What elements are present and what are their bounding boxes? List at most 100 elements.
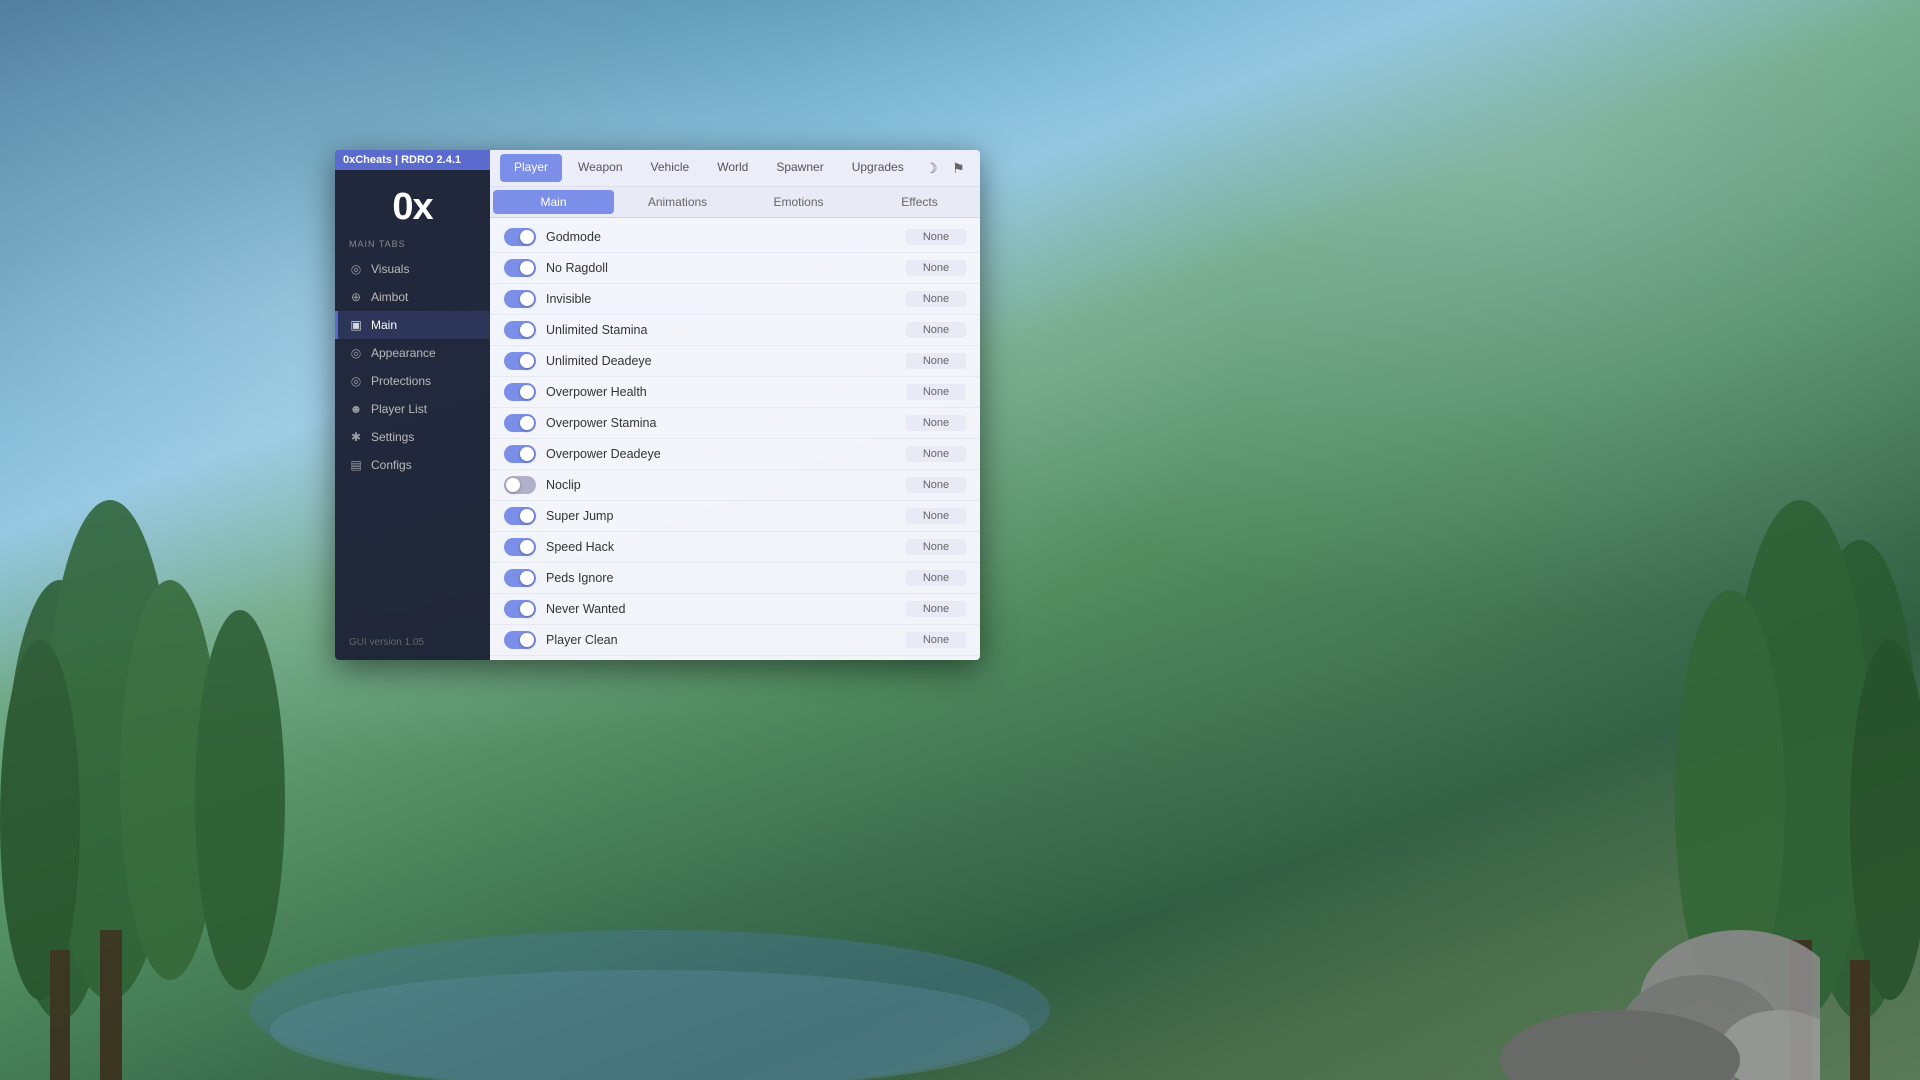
tab-weapon[interactable]: Weapon xyxy=(564,150,636,186)
tab-spawner[interactable]: Spawner xyxy=(762,150,837,186)
feature-value-peds-ignore[interactable]: None xyxy=(906,570,966,586)
toggle-unlimited-stamina[interactable] xyxy=(504,321,536,339)
sidebar-item-protections[interactable]: ◎Protections xyxy=(335,367,490,395)
sidebar-nav: ◎Visuals⊕Aimbot ▣ Main ◎ Appearance ◎Protecti… xyxy=(335,255,490,629)
sub-tabs-bar: MainAnimationsEmotionsEffects xyxy=(490,187,980,218)
feature-row-overpower-stamina: Overpower StaminaNone xyxy=(490,408,980,439)
feature-name-invisible: Invisible xyxy=(536,292,906,306)
feature-name-never-wanted: Never Wanted xyxy=(536,602,906,616)
flag-icon-btn[interactable]: ⚑ xyxy=(945,154,972,182)
tab-player[interactable]: Player xyxy=(500,154,562,182)
feature-value-overpower-stamina[interactable]: None xyxy=(906,415,966,431)
feature-name-peds-ignore: Peds Ignore xyxy=(536,571,906,585)
feature-value-unlimited-deadeye[interactable]: None xyxy=(906,353,966,369)
active-indicator xyxy=(335,311,338,339)
toggle-peds-ignore[interactable] xyxy=(504,569,536,587)
toggle-overpower-deadeye[interactable] xyxy=(504,445,536,463)
feature-value-noclip[interactable]: None xyxy=(906,477,966,493)
sidebar-item-player-list[interactable]: ☻Player List xyxy=(335,395,490,423)
sidebar-item-settings[interactable]: ✱Settings xyxy=(335,423,490,451)
toggle-knob-godmode xyxy=(520,230,534,244)
toggle-knob-super-jump xyxy=(520,509,534,523)
feature-value-overpower-deadeye[interactable]: None xyxy=(906,446,966,462)
toggle-super-jump[interactable] xyxy=(504,507,536,525)
feature-row-speed-hack: Speed HackNone xyxy=(490,532,980,563)
feature-row-player-clean: Player CleanNone xyxy=(490,625,980,656)
feature-value-overpower-health[interactable]: None xyxy=(906,384,966,400)
sidebar-item-visuals[interactable]: ◎Visuals xyxy=(335,255,490,283)
toggle-speed-hack[interactable] xyxy=(504,538,536,556)
sidebar-item-configs[interactable]: ▤ Configs xyxy=(335,451,490,479)
feature-value-never-wanted[interactable]: None xyxy=(906,601,966,617)
toggle-knob-no-ragdoll xyxy=(520,261,534,275)
sub-tab-animations[interactable]: Animations xyxy=(617,187,738,217)
feature-value-unlimited-stamina[interactable]: None xyxy=(906,322,966,338)
configs-icon: ▤ xyxy=(349,458,363,472)
bg-rocks xyxy=(1420,680,1820,1080)
feature-name-player-clean: Player Clean xyxy=(536,633,906,647)
feature-row-overpower-deadeye: Overpower DeadeyeNone xyxy=(490,439,980,470)
toggle-knob-overpower-health xyxy=(520,385,534,399)
toggle-knob-speed-hack xyxy=(520,540,534,554)
feature-name-overpower-health: Overpower Health xyxy=(536,385,906,399)
toggle-knob-overpower-deadeye xyxy=(520,447,534,461)
top-tabs-bar: PlayerWeaponVehicleWorldSpawnerUpgrades … xyxy=(490,150,980,187)
feature-name-godmode: Godmode xyxy=(536,230,906,244)
aimbot-icon: ⊕ xyxy=(349,290,363,304)
toggle-no-ragdoll[interactable] xyxy=(504,259,536,277)
appearance-icon: ◎ xyxy=(349,346,363,360)
toggle-knob-never-wanted xyxy=(520,602,534,616)
feature-name-unlimited-deadeye: Unlimited Deadeye xyxy=(536,354,906,368)
feature-value-player-clean[interactable]: None xyxy=(906,632,966,648)
sub-tab-emotions[interactable]: Emotions xyxy=(738,187,859,217)
toggle-unlimited-deadeye[interactable] xyxy=(504,352,536,370)
feature-row-no-ragdoll: No RagdollNone xyxy=(490,253,980,284)
toggle-godmode[interactable] xyxy=(504,228,536,246)
feature-name-unlimited-stamina: Unlimited Stamina xyxy=(536,323,906,337)
feature-value-no-ragdoll[interactable]: None xyxy=(906,260,966,276)
moon-icon-btn[interactable]: ☽ xyxy=(918,154,945,182)
toggle-knob-noclip xyxy=(506,478,520,492)
feature-row-godmode: GodmodeNone xyxy=(490,222,980,253)
bg-river xyxy=(200,830,1100,1080)
cheat-panel: 0xCheats | RDRO 2.4.1 0x MAIN TABS ◎Visu… xyxy=(335,150,980,660)
sidebar-item-main[interactable]: ▣ Main xyxy=(335,311,490,339)
main-icon: ▣ xyxy=(349,318,363,332)
feature-value-speed-hack[interactable]: None xyxy=(906,539,966,555)
sidebar-item-label-visuals: Visuals xyxy=(371,262,409,276)
sidebar-item-appearance[interactable]: ◎ Appearance xyxy=(335,339,490,367)
feature-row-unlimited-stamina: Unlimited StaminaNone xyxy=(490,315,980,346)
sub-tab-main[interactable]: Main xyxy=(493,190,614,214)
sidebar-item-label-configs: Configs xyxy=(371,458,412,472)
tab-upgrades[interactable]: Upgrades xyxy=(838,150,918,186)
toggle-overpower-health[interactable] xyxy=(504,383,536,401)
feature-value-invisible[interactable]: None xyxy=(906,291,966,307)
sidebar-item-aimbot[interactable]: ⊕Aimbot xyxy=(335,283,490,311)
sidebar-title-bar: 0xCheats | RDRO 2.4.1 xyxy=(335,150,490,170)
feature-row-unlimited-deadeye: Unlimited DeadeyeNone xyxy=(490,346,980,377)
sidebar-item-label-player-list: Player List xyxy=(371,402,427,416)
sub-tab-effects[interactable]: Effects xyxy=(859,187,980,217)
tab-world[interactable]: World xyxy=(703,150,762,186)
feature-row-noclip: NoclipNone xyxy=(490,470,980,501)
toggle-knob-unlimited-deadeye xyxy=(520,354,534,368)
toggle-noclip[interactable] xyxy=(504,476,536,494)
feature-value-super-jump[interactable]: None xyxy=(906,508,966,524)
tab-vehicle[interactable]: Vehicle xyxy=(637,150,704,186)
sidebar-item-label-protections: Protections xyxy=(371,374,431,388)
sidebar-title: 0xCheats | RDRO 2.4.1 xyxy=(343,154,461,166)
toggle-player-clean[interactable] xyxy=(504,631,536,649)
feature-name-overpower-stamina: Overpower Stamina xyxy=(536,416,906,430)
feature-row-peds-ignore: Peds IgnoreNone xyxy=(490,563,980,594)
sidebar-item-label-appearance: Appearance xyxy=(371,346,436,360)
feature-name-no-ragdoll: No Ragdoll xyxy=(536,261,906,275)
sidebar-item-label-main: Main xyxy=(371,318,397,332)
toggle-overpower-stamina[interactable] xyxy=(504,414,536,432)
sidebar-section-label: MAIN TABS xyxy=(335,239,420,249)
toggle-knob-unlimited-stamina xyxy=(520,323,534,337)
feature-value-godmode[interactable]: None xyxy=(906,229,966,245)
sidebar: 0xCheats | RDRO 2.4.1 0x MAIN TABS ◎Visu… xyxy=(335,150,490,660)
feature-row-super-jump: Super JumpNone xyxy=(490,501,980,532)
toggle-never-wanted[interactable] xyxy=(504,600,536,618)
toggle-invisible[interactable] xyxy=(504,290,536,308)
